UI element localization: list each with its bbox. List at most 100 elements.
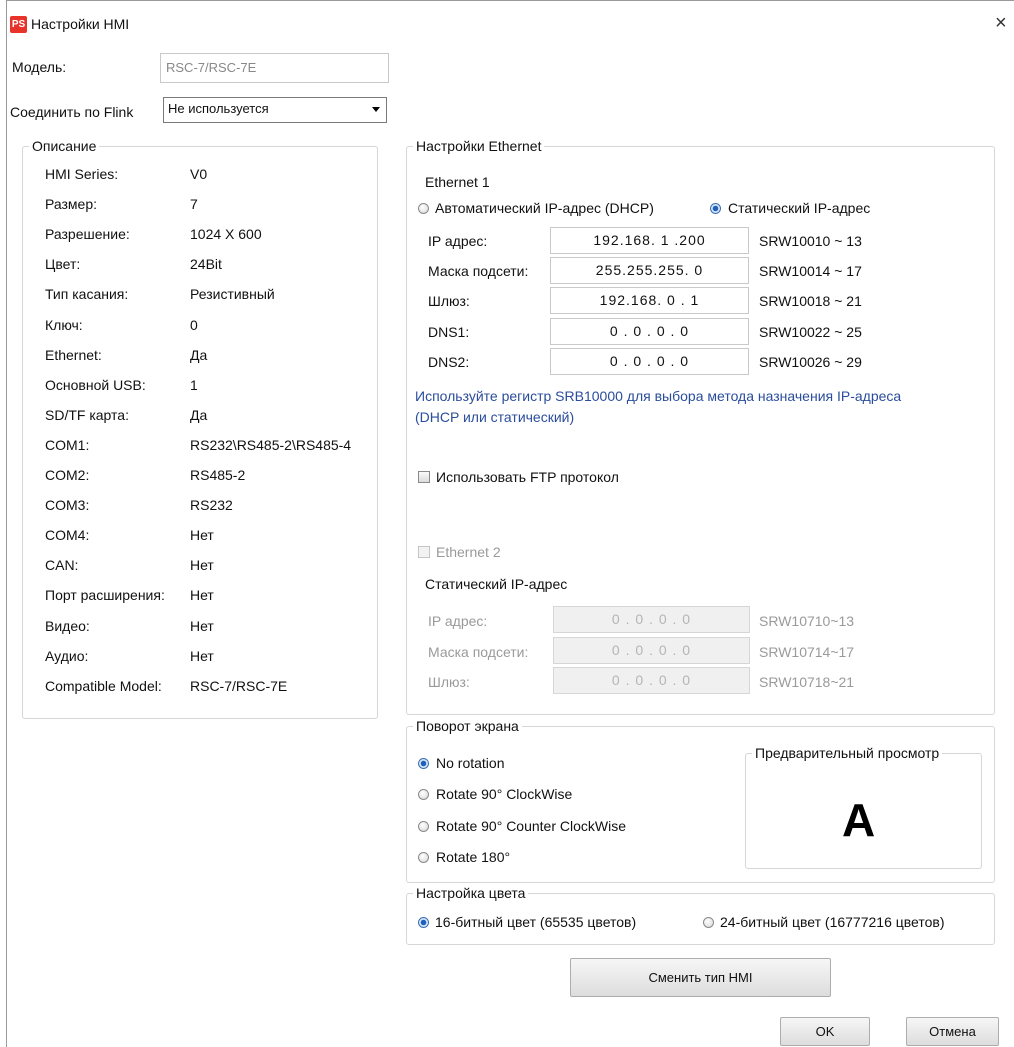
preview-legend: Предварительный просмотр: [755, 745, 940, 761]
ftp-label[interactable]: Использовать FTP протокол: [436, 469, 619, 485]
eth2-field-label: IP адрес:: [428, 613, 488, 629]
eth1-field-label: DNS1:: [428, 323, 470, 340]
description-row-label: SD/TF карта:: [45, 406, 129, 423]
chevron-down-icon: [372, 107, 380, 112]
rotation-option-label[interactable]: Rotate 90° Counter ClockWise: [436, 818, 626, 834]
eth1-field-label: Маска подсети:: [428, 263, 529, 280]
description-row-label: Ethernet:: [45, 346, 102, 363]
eth2-register-label: SRW10714~17: [759, 643, 855, 660]
ethernet-legend: Настройки Ethernet: [416, 138, 542, 154]
change-hmi-type-button[interactable]: Сменить тип HMI: [570, 958, 831, 997]
description-row-label: HMI Series:: [45, 166, 119, 182]
window-title: Настройки HMI: [31, 16, 130, 32]
eth2-ip-input[interactable]: 0 . 0 . 0 . 0: [553, 667, 750, 694]
eth1-ip-input[interactable]: 192.168. 1 .200: [550, 227, 749, 254]
window-top-border: [6, 0, 1014, 1]
eth1-ip-input[interactable]: 192.168. 0 . 1: [550, 287, 749, 315]
rotation-option-label[interactable]: Rotate 90° ClockWise: [436, 786, 572, 802]
description-row-value: 1: [190, 376, 198, 393]
description-row-value: Резистивный: [190, 286, 275, 303]
color-24bit-radio[interactable]: [703, 917, 714, 928]
register-note-line1: Используйте регистр SRB10000 для выбора …: [415, 388, 902, 404]
ethernet2-static-title: Статический IP-адрес: [425, 576, 568, 592]
cancel-button[interactable]: Отмена: [906, 1017, 999, 1046]
description-row-label: Видео:: [45, 617, 90, 634]
description-row-label: COM4:: [45, 527, 90, 544]
description-row-label: Основной USB:: [45, 376, 146, 393]
register-note-line2: (DHCP или статический): [415, 409, 575, 425]
ok-button[interactable]: OK: [780, 1017, 870, 1046]
eth1-field-label: Шлюз:: [428, 293, 470, 310]
description-row-label: Порт расширения:: [45, 587, 165, 604]
ethernet2-label[interactable]: Ethernet 2: [436, 544, 501, 560]
eth1-field-label: IP адрес:: [428, 233, 488, 249]
description-row-value: RS485-2: [190, 467, 246, 483]
eth1-field-label: DNS2:: [428, 353, 470, 370]
app-logo-icon: PS: [10, 16, 27, 33]
eth1-register-label: SRW10026 ~ 29: [759, 353, 862, 370]
dhcp-radio[interactable]: [418, 203, 429, 214]
description-legend: Описание: [32, 138, 97, 154]
description-row-value: RSC-7/RSC-7E: [190, 677, 288, 694]
description-row-value: Нет: [190, 647, 214, 664]
eth1-register-label: SRW10010 ~ 13: [759, 233, 862, 249]
static-ip-label[interactable]: Статический IP-адрес: [728, 200, 870, 216]
eth1-register-label: SRW10014 ~ 17: [759, 263, 862, 280]
rotation-radio[interactable]: [418, 851, 429, 863]
model-label: Модель:: [12, 59, 67, 75]
eth2-register-label: SRW10718~21: [759, 674, 855, 690]
description-row-label: COM2:: [45, 467, 90, 483]
rotation-option-label[interactable]: No rotation: [436, 755, 504, 771]
color-24bit-label[interactable]: 24-битный цвет (16777216 цветов): [720, 914, 945, 930]
model-field: RSC-7/RSC-7E: [160, 53, 389, 83]
description-row-value: Нет: [190, 557, 214, 574]
rotation-option-label[interactable]: Rotate 180°: [436, 849, 510, 865]
dhcp-label[interactable]: Автоматический IP-адрес (DHCP): [435, 200, 654, 216]
description-row-label: Аудио:: [45, 647, 89, 664]
color-legend: Настройка цвета: [416, 885, 526, 901]
color-16bit-radio[interactable]: [418, 917, 429, 928]
preview-letter: A: [842, 794, 876, 846]
flink-dropdown[interactable]: Не используется: [163, 97, 387, 123]
ethernet1-title: Ethernet 1: [425, 174, 490, 190]
eth2-field-label: Маска подсети:: [428, 643, 529, 660]
description-row-label: CAN:: [45, 557, 79, 574]
eth2-ip-input[interactable]: 0 . 0 . 0 . 0: [553, 636, 750, 664]
description-row-label: Ключ:: [45, 316, 83, 333]
static-ip-radio[interactable]: [710, 203, 721, 214]
eth1-ip-input[interactable]: 255.255.255. 0: [550, 257, 749, 285]
color-16bit-label[interactable]: 16-битный цвет (65535 цветов): [435, 914, 636, 930]
description-row-value: V0: [190, 166, 208, 182]
eth1-register-label: SRW10022 ~ 25: [759, 323, 862, 340]
description-row-value: 7: [190, 196, 198, 213]
window-left-border: [6, 0, 7, 1047]
close-icon[interactable]: ×: [995, 12, 1007, 35]
description-row-value: Да: [190, 406, 208, 423]
eth1-ip-input[interactable]: 0 . 0 . 0 . 0: [550, 347, 749, 375]
description-row-label: COM3:: [45, 497, 90, 514]
eth2-ip-input[interactable]: 0 . 0 . 0 . 0: [553, 606, 750, 633]
flink-selected-value: Не используется: [168, 101, 269, 116]
description-row-value: RS232\RS485-2\RS485-4: [190, 436, 352, 453]
description-row-label: Разрешение:: [45, 226, 130, 243]
rotation-radio[interactable]: [418, 758, 429, 769]
description-row-value: Да: [190, 346, 208, 363]
description-row-label: Compatible Model:: [45, 677, 162, 694]
eth1-ip-input[interactable]: 0 . 0 . 0 . 0: [550, 317, 749, 345]
flink-label: Соединить по Flink: [10, 104, 134, 120]
description-row-value: 0: [190, 316, 198, 333]
ethernet2-checkbox[interactable]: [418, 546, 430, 558]
ftp-checkbox[interactable]: [418, 471, 430, 483]
rotation-radio[interactable]: [418, 820, 429, 832]
description-row-label: COM1:: [45, 436, 90, 453]
eth2-field-label: Шлюз:: [428, 674, 470, 690]
description-row-label: Размер:: [45, 196, 98, 213]
eth2-register-label: SRW10710~13: [759, 613, 855, 629]
description-row-value: Нет: [190, 617, 214, 634]
rotation-legend: Поворот экрана: [416, 718, 519, 734]
description-row-value: RS232: [190, 497, 233, 514]
description-row-value: Нет: [190, 527, 214, 544]
eth1-register-label: SRW10018 ~ 21: [759, 293, 862, 310]
description-row-label: Тип касания:: [45, 286, 129, 303]
description-row-value: 1024 X 600: [190, 226, 262, 243]
